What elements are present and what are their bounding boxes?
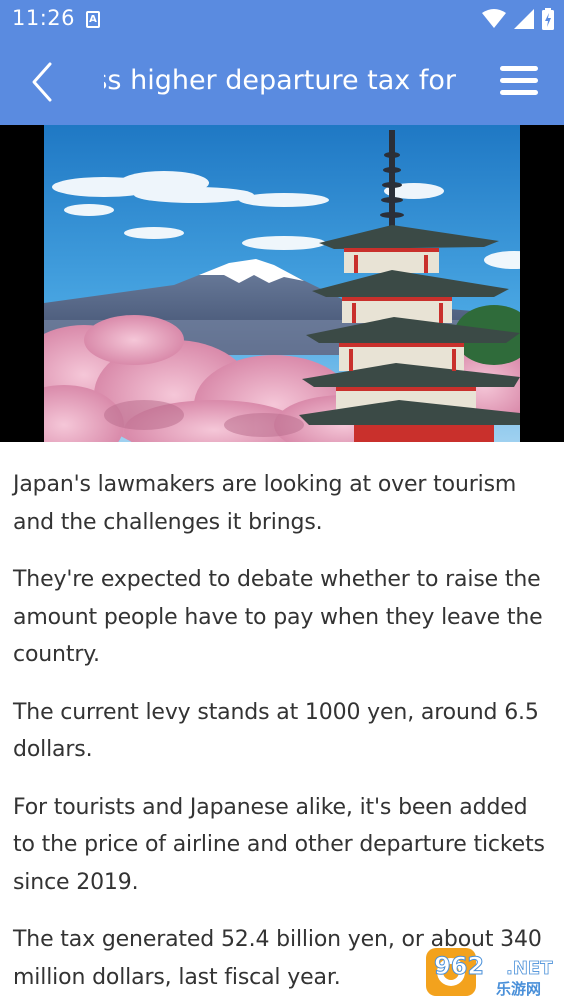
signal-icon [514, 9, 534, 29]
article-paragraph: They're expected to debate whether to ra… [13, 567, 543, 667]
wifi-icon [482, 9, 506, 28]
status-bar: 11:26 A [0, 0, 564, 40]
watermark-logo: 962 .NET 乐游网 [426, 946, 560, 998]
back-arrow-icon [32, 62, 52, 102]
svg-text:962: 962 [434, 952, 484, 980]
page-title: Japan's lawmakers discuss higher departu… [104, 65, 456, 96]
battery-icon [542, 8, 554, 30]
watermark-logo-art: 962 .NET 乐游网 [426, 948, 554, 998]
app-bar: Japan's lawmakers discuss higher departu… [0, 40, 564, 125]
article-paragraph: For tourists and Japanese alike, it's be… [13, 794, 545, 895]
status-icons [482, 8, 554, 30]
svg-text:.NET: .NET [506, 958, 553, 979]
hero-image [0, 125, 564, 442]
article-paragraph: Japan's lawmakers are looking at over to… [13, 472, 517, 535]
article-paragraph: The current levy stands at 1000 yen, aro… [13, 699, 539, 763]
article-body: Japan's lawmakers are looking at over to… [13, 466, 553, 1002]
status-time: 11:26 [12, 6, 76, 30]
back-button[interactable] [26, 60, 62, 104]
svg-text:乐游网: 乐游网 [496, 980, 541, 998]
hero-photo [44, 125, 520, 442]
menu-button[interactable] [500, 66, 540, 98]
notification-icon: A [86, 11, 100, 28]
hamburger-menu-icon [500, 66, 538, 71]
title-viewport: Japan's lawmakers discuss higher departu… [104, 40, 456, 125]
